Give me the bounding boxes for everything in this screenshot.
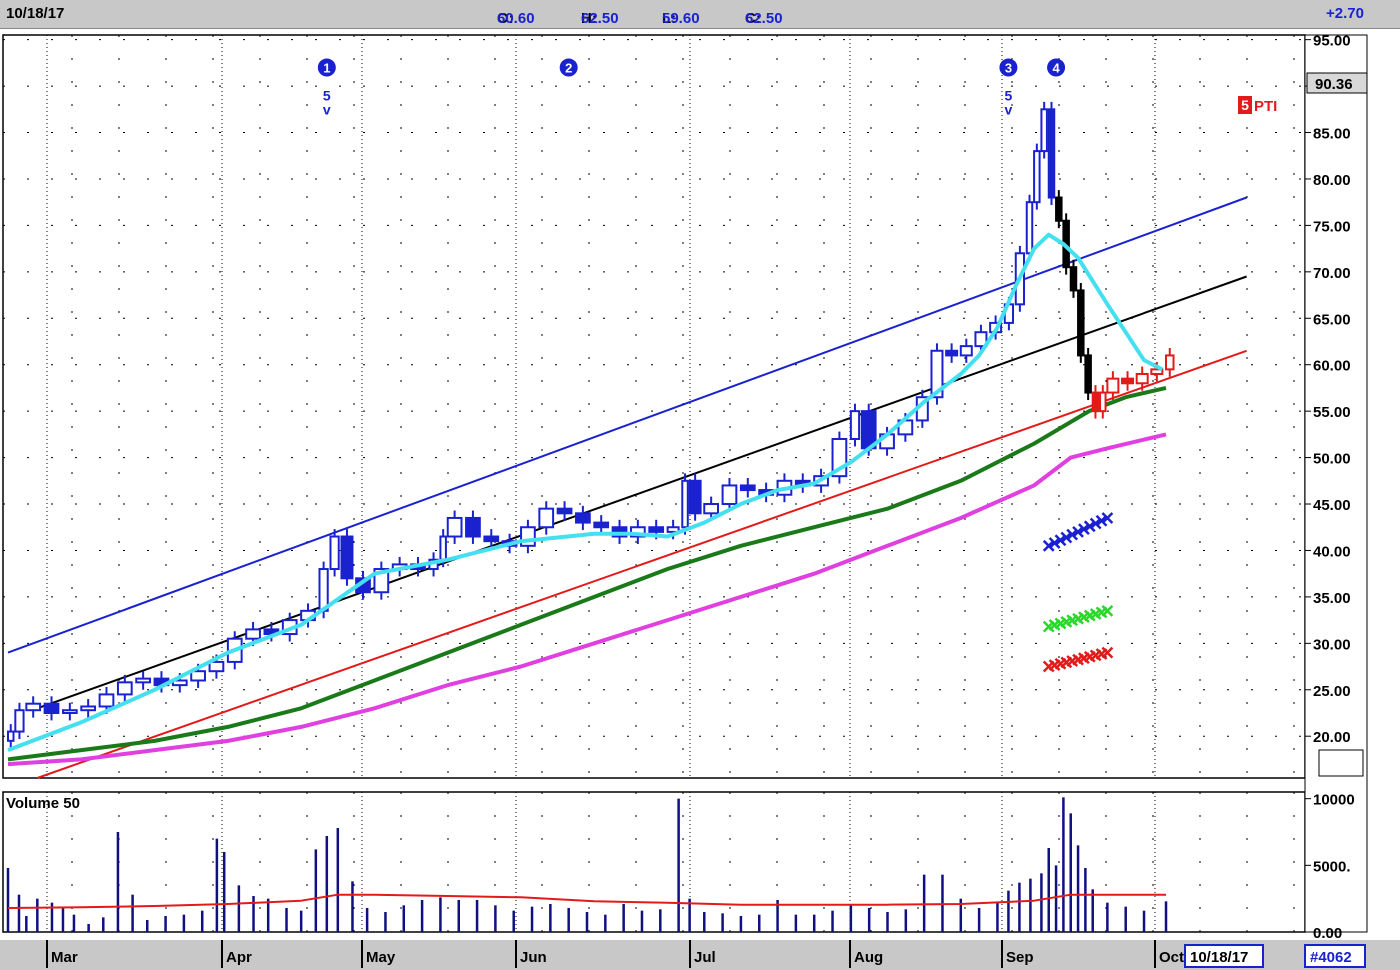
vol-tick-label: 5000.: [1313, 858, 1351, 875]
y-tick-label: 40.00: [1313, 543, 1351, 560]
candle-body: [538, 507, 555, 529]
wave-circle-label: 3: [1005, 61, 1012, 76]
candle-body: [116, 681, 133, 696]
y-tick-label: 35.00: [1313, 590, 1351, 607]
candle-body: [245, 628, 261, 640]
x-tick-label: May: [366, 949, 396, 966]
x-tick-label: Mar: [51, 949, 78, 966]
candle-body: [1040, 108, 1048, 153]
pti-number: 5: [1241, 97, 1249, 113]
candle-body: [1165, 354, 1175, 371]
candle-body: [483, 535, 500, 543]
tool-icon: [1318, 749, 1364, 777]
candle-body: [43, 702, 60, 714]
candle-body: [681, 479, 689, 529]
y-tick-label: 20.00: [1313, 729, 1351, 746]
candle-body: [703, 503, 720, 515]
candle-body: [80, 705, 97, 712]
candle-body: [575, 512, 591, 524]
y-tick-label: 80.00: [1313, 172, 1351, 189]
y-tick-label: 25.00: [1313, 683, 1351, 700]
candle-body: [849, 410, 861, 441]
x-tick-label: Jun: [520, 949, 547, 966]
candle-body: [1091, 391, 1100, 413]
candle-body: [1033, 150, 1041, 204]
price-chart[interactable]: 95.0090.0085.0080.0075.0070.0065.0060.00…: [0, 0, 1400, 970]
candle-body: [520, 526, 536, 547]
candle-body: [318, 568, 329, 612]
candle-body: [465, 516, 481, 538]
candle-body: [61, 709, 78, 714]
candle-body: [945, 349, 959, 357]
candle-body: [98, 693, 115, 708]
wave-circle-label: 1: [323, 61, 330, 76]
wave-label: v: [1005, 101, 1013, 117]
candle-body: [1025, 201, 1034, 255]
wave-label: v: [323, 101, 331, 117]
y-tick-label: 45.00: [1313, 497, 1351, 514]
candle-body: [1121, 377, 1135, 385]
candle-body: [739, 484, 756, 492]
candle-body: [208, 660, 225, 673]
last-price-label: 90.36: [1315, 76, 1353, 93]
candle-body: [14, 709, 25, 733]
candle-body: [1047, 108, 1056, 199]
candle-body: [1055, 196, 1063, 222]
y-tick-label: 70.00: [1313, 265, 1351, 282]
y-tick-label: 30.00: [1313, 636, 1351, 653]
candle-body: [1069, 266, 1078, 292]
candle-body: [439, 535, 447, 561]
candle-body: [556, 507, 573, 515]
y-tick-label: 65.00: [1313, 311, 1351, 328]
y-tick-label: 75.00: [1313, 218, 1351, 235]
candle-body: [190, 670, 206, 682]
candle-body: [959, 345, 973, 357]
footer-date: 10/18/17: [1190, 949, 1248, 966]
candle-body: [1106, 377, 1120, 394]
candle-body: [1084, 354, 1092, 394]
candle-body: [1135, 372, 1149, 385]
candle-body: [593, 521, 610, 529]
candle-body: [1099, 391, 1107, 413]
vol-tick-label: 10000: [1313, 792, 1355, 809]
y-tick-label: 95.00: [1313, 33, 1351, 50]
y-tick-label: 50.00: [1313, 451, 1351, 468]
footer-id: #4062: [1310, 949, 1352, 966]
candle-body: [25, 702, 42, 712]
candle-body: [329, 535, 340, 571]
x-tick-label: Aug: [854, 949, 883, 966]
candle-body: [721, 484, 738, 506]
x-tick-label: Apr: [226, 949, 252, 966]
candle-body: [135, 677, 152, 684]
wave-circle-label: 4: [1052, 61, 1060, 76]
x-tick-label: Jul: [694, 949, 716, 966]
y-tick-label: 55.00: [1313, 404, 1351, 421]
wave-circle-label: 2: [565, 61, 572, 76]
candle-body: [446, 516, 463, 538]
candle-body: [648, 526, 665, 533]
y-tick-label: 85.00: [1313, 126, 1351, 143]
x-tick-label: Sep: [1006, 949, 1034, 966]
pti-label: PTI: [1254, 98, 1277, 115]
candle-body: [1077, 289, 1085, 357]
volume-pane-label: Volume 50: [6, 795, 80, 812]
volume-pane: [2, 791, 1306, 933]
candle-body: [688, 479, 702, 515]
candle-body: [340, 535, 354, 580]
vol-tick-label: 0.00: [1313, 925, 1342, 942]
x-tick-label: Oct: [1159, 949, 1184, 966]
y-tick-label: 60.00: [1313, 358, 1351, 375]
candle-body: [7, 730, 15, 742]
